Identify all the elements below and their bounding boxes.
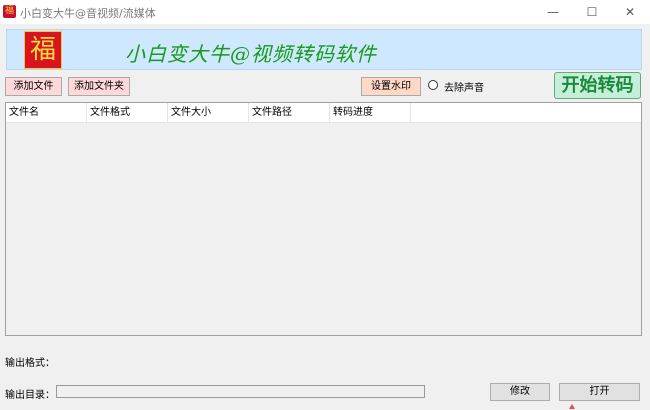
- banner-title: 小白变大牛@视频转码软件: [125, 42, 377, 66]
- column-header-filename[interactable]: 文件名: [6, 103, 87, 122]
- close-icon[interactable]: ✕: [610, 0, 650, 24]
- banner: 福 小白变大牛@视频转码软件: [6, 29, 642, 70]
- window-title: 小白变大牛@音视频/流媒体: [20, 7, 156, 20]
- output-dir-label: 输出目录：: [5, 390, 55, 401]
- fu-logo-icon: 福: [3, 5, 16, 18]
- table-header: 文件名 文件格式 文件大小 文件路径 转码进度: [6, 103, 641, 123]
- file-list-table[interactable]: 文件名 文件格式 文件大小 文件路径 转码进度: [5, 102, 642, 336]
- column-header-format[interactable]: 文件格式: [87, 103, 168, 122]
- add-folder-button[interactable]: 添加文件夹: [68, 77, 130, 96]
- output-format-label: 输出格式：: [5, 358, 55, 369]
- modify-button[interactable]: 修改: [490, 383, 550, 401]
- column-header-size[interactable]: 文件大小: [168, 103, 249, 122]
- start-transcode-button[interactable]: 开始转码: [554, 72, 641, 99]
- title-bar: 福 小白变大牛@音视频/流媒体 — ☐ ✕: [0, 0, 650, 24]
- output-dir-field[interactable]: [56, 385, 425, 398]
- remove-audio-radio[interactable]: [428, 80, 438, 90]
- cursor-icon: [569, 404, 575, 409]
- column-header-progress[interactable]: 转码进度: [330, 103, 411, 122]
- maximize-icon[interactable]: ☐: [572, 0, 612, 24]
- add-file-button[interactable]: 添加文件: [5, 77, 62, 96]
- set-watermark-button[interactable]: 设置水印: [361, 77, 421, 96]
- remove-audio-label: 去除声音: [444, 83, 484, 94]
- column-header-path[interactable]: 文件路径: [249, 103, 330, 122]
- fu-logo: 福: [24, 31, 62, 69]
- minimize-icon[interactable]: —: [533, 0, 573, 24]
- open-button[interactable]: 打开: [559, 383, 640, 401]
